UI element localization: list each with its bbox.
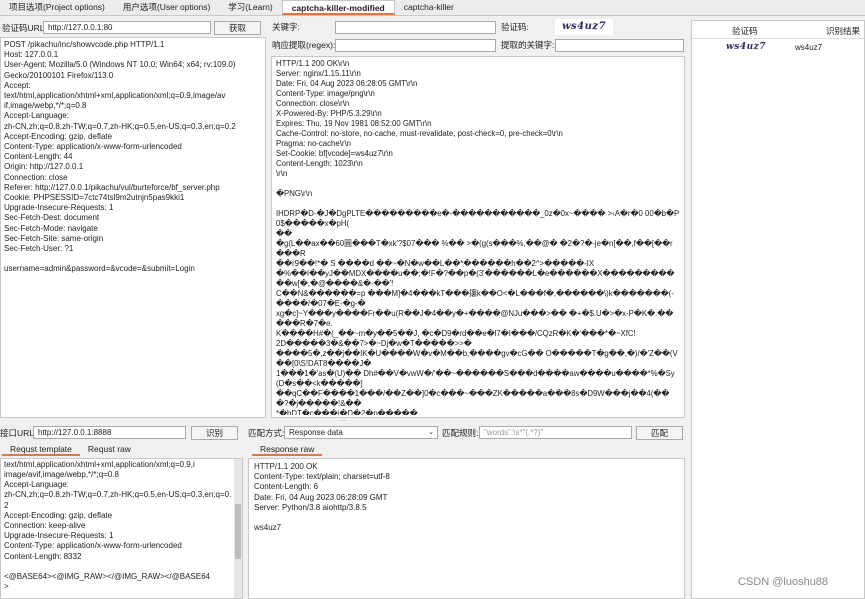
results-header: 验证码 识别结果 <box>692 21 864 39</box>
request-raw-panel[interactable]: POST /pikachu/inc/showvcode.php HTTP/1.1… <box>0 37 266 418</box>
match-mode-label: 匹配方式: <box>248 428 285 438</box>
request-template-panel[interactable]: text/html,application/xhtml+xml,applicat… <box>0 458 243 599</box>
tab-response-raw[interactable]: Response raw <box>252 443 323 456</box>
request-raw-text[interactable]: POST /pikachu/inc/showvcode.php HTTP/1.1… <box>4 40 262 416</box>
api-url-label: 接口URL: <box>0 428 37 438</box>
match-rule-input[interactable]: "words":\s*"(.*?)" <box>479 426 632 439</box>
results-panel: 验证码 识别结果 ws4uz7 ws4uz7 <box>691 20 865 599</box>
match-mode-select[interactable]: Response data ⌄ <box>284 426 438 439</box>
match-mode-value: Response data <box>289 428 343 437</box>
regex-label: 响应提取(regex): <box>272 40 336 50</box>
captcha-label: 验证码: <box>501 22 529 32</box>
request-template-top-line[interactable]: text/html,application/xhtml+xml,applicat… <box>4 460 232 470</box>
tab-captcha-killer[interactable]: captcha-killer <box>395 0 463 15</box>
results-row-result: ws4uz7 <box>795 43 823 52</box>
tab-captcha-killer-modified[interactable]: captcha-killer-modified <box>281 0 395 15</box>
tab-request-template[interactable]: Requst template <box>2 443 80 456</box>
tab-learn[interactable]: 学习(Learn) <box>219 0 281 15</box>
tab-user-options[interactable]: 用户选项(User options) <box>114 0 219 15</box>
results-row[interactable]: ws4uz7 ws4uz7 <box>692 40 864 56</box>
captcha-url-input[interactable]: http://127.0.0.1:80 <box>43 21 211 34</box>
response-raw-text[interactable]: HTTP/1.1 200 OK\r\n Server: nginx/1.15.1… <box>276 59 680 415</box>
response-subtabs: Response raw <box>252 443 323 456</box>
extracted-keyword-field <box>555 39 684 52</box>
main-tab-bar: 项目选项(Project options) 用户选项(User options)… <box>0 0 865 16</box>
captcha-image: ws4uz7 <box>555 19 613 35</box>
keyword-input[interactable] <box>335 21 496 34</box>
request-template-scrollbar[interactable] <box>234 459 242 598</box>
match-button[interactable]: 匹配 <box>636 426 683 440</box>
results-col-result: 识别结果 <box>826 26 861 36</box>
chevron-down-icon: ⌄ <box>428 429 434 436</box>
request-template-scroll-thumb[interactable] <box>235 504 241 559</box>
extracted-keyword-label: 提取的关键字: <box>501 40 555 50</box>
request-subtabs: Requst template Requst raw <box>2 443 139 456</box>
match-rule-label: 匹配规则: <box>442 428 479 438</box>
keyword-label: 关键字: <box>272 22 300 32</box>
regex-input[interactable] <box>335 39 496 52</box>
csdn-watermark: CSDN @luoshu88 <box>738 576 829 588</box>
request-template-text[interactable]: image/avif,image/webp,*/*;q=0.8 Accept-L… <box>4 470 232 598</box>
response-raw-panel[interactable]: HTTP/1.1 200 OK\r\n Server: nginx/1.15.1… <box>271 56 685 418</box>
tab-project-options[interactable]: 项目选项(Project options) <box>0 0 114 15</box>
api-response-panel[interactable]: HTTP/1.1 200 OK Content-Type: text/plain… <box>248 458 685 599</box>
split-divider[interactable]: ··· <box>0 418 685 424</box>
fetch-button[interactable]: 获取 <box>214 21 261 35</box>
captcha-url-label: 验证码URL: <box>2 23 47 33</box>
tab-request-raw[interactable]: Requst raw <box>80 443 139 456</box>
results-row-captcha-image: ws4uz7 <box>718 41 774 54</box>
results-col-captcha: 验证码 <box>732 26 758 36</box>
api-response-text[interactable]: HTTP/1.1 200 OK Content-Type: text/plain… <box>254 462 679 596</box>
api-url-input[interactable]: http://127.0.0.1:8888 <box>33 426 186 439</box>
recognize-button[interactable]: 识别 <box>191 426 238 440</box>
